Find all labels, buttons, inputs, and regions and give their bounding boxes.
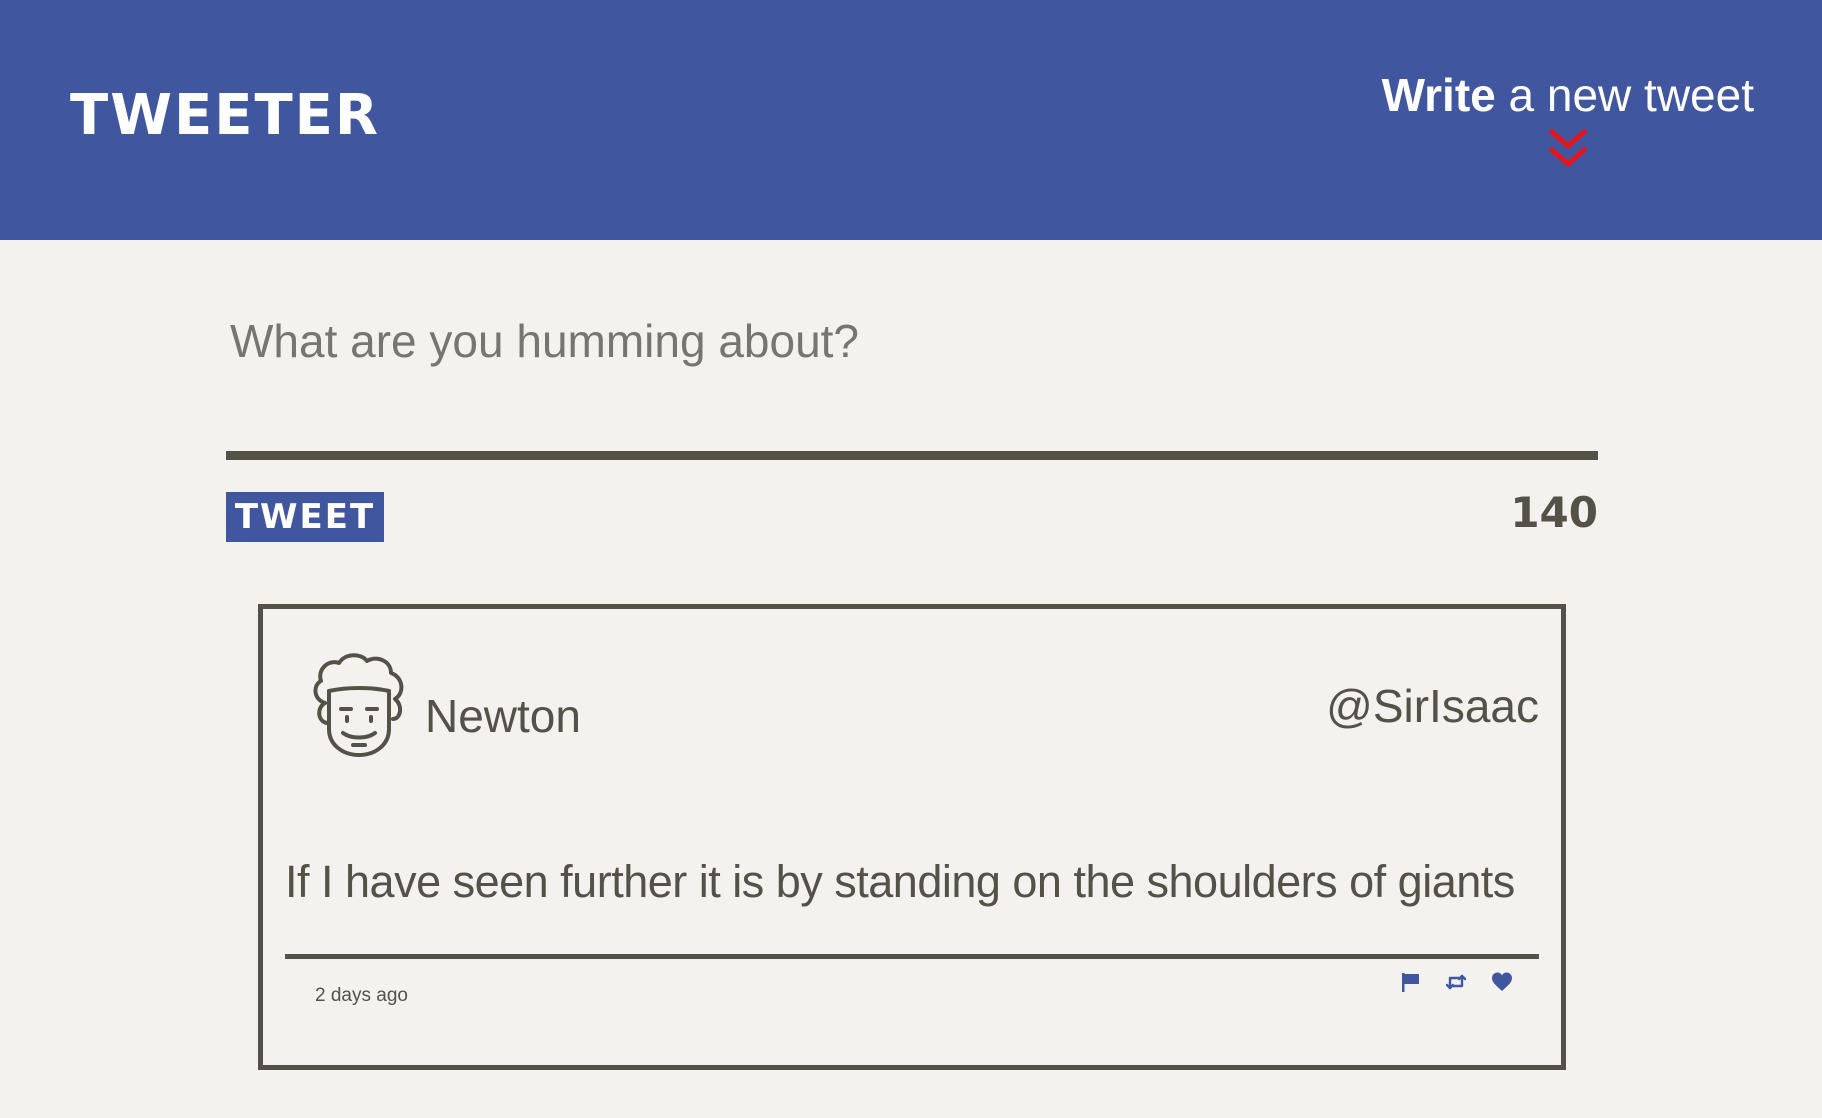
tweet-divider (285, 954, 1539, 959)
top-nav-bar: TWEETER Write a new tweet (0, 0, 1822, 240)
character-counter: 140 (1510, 488, 1598, 537)
flag-icon[interactable] (1399, 971, 1421, 993)
tweet-author-handle: @SirIsaac (1326, 680, 1539, 732)
double-chevron-down-icon[interactable] (1548, 128, 1588, 170)
compose-footer: TWEET 140 (226, 460, 1598, 560)
tweet-actions (1399, 971, 1513, 993)
tweet-card: Newton @SirIsaac If I have seen further … (258, 604, 1566, 1070)
write-new-tweet-link[interactable]: Write a new tweet (1382, 72, 1754, 170)
face-avatar-icon (313, 653, 404, 757)
tweet-content: If I have seen further it is by standing… (285, 856, 1515, 907)
tweet-submit-button[interactable]: TWEET (226, 492, 384, 542)
new-tweet-form: TWEET 140 (226, 240, 1598, 560)
heart-icon[interactable] (1491, 971, 1513, 993)
compose-link-bold: Write (1381, 69, 1496, 121)
app-logo[interactable]: TWEETER (70, 88, 380, 144)
tweet-timestamp: 2 days ago (315, 985, 408, 1006)
retweet-icon[interactable] (1445, 971, 1467, 993)
tweet-author-name: Newton (425, 690, 581, 742)
tweet-textarea[interactable] (226, 240, 1598, 460)
compose-link-label: Write a new tweet (1382, 69, 1754, 121)
compose-link-rest: a new tweet (1495, 69, 1755, 121)
